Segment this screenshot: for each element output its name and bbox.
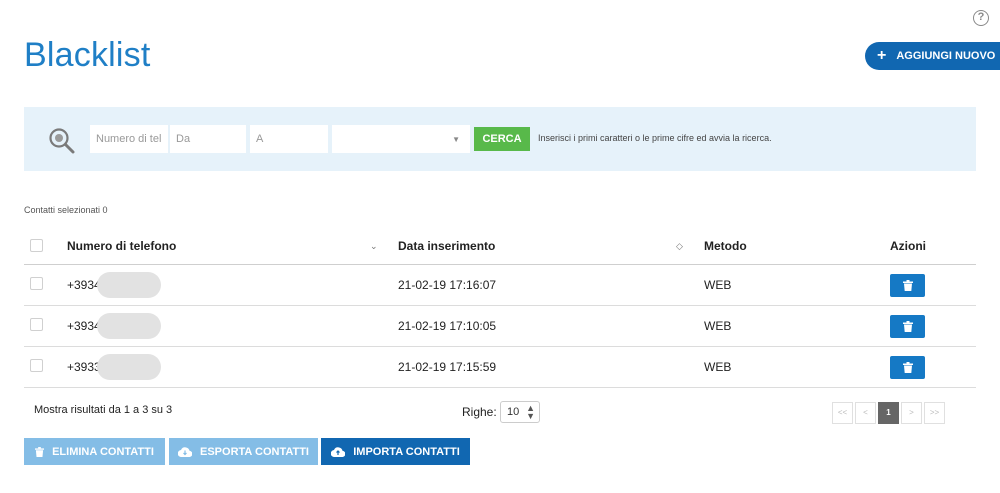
method-cell: WEB — [704, 360, 732, 374]
rows-per-page-value: 10 — [507, 406, 520, 418]
table-row: +3933 21-02-19 17:15:59 WEB — [24, 347, 976, 388]
date-cell: 21-02-19 17:16:07 — [398, 278, 497, 292]
delete-contacts-label: ELIMINA CONTATTI — [52, 445, 154, 458]
import-contacts-button[interactable]: IMPORTA CONTATTI — [321, 438, 470, 465]
plus-icon: + — [877, 47, 887, 64]
phone-cell: +3934 — [67, 265, 161, 305]
chevron-down-icon: ▼ — [452, 135, 460, 144]
row-checkbox[interactable] — [30, 359, 43, 372]
row-checkbox[interactable] — [30, 318, 43, 331]
row-checkbox[interactable] — [30, 277, 43, 290]
table-row: +3934 21-02-19 17:10:05 WEB — [24, 306, 976, 347]
table-header: Numero di telefono ⌄ Data inserimento ◇ … — [24, 228, 976, 265]
pagination: << < 1 > >> — [832, 402, 947, 424]
phone-cell: +3934 — [67, 306, 161, 346]
trash-icon — [902, 321, 913, 332]
search-hint: Inserisci i primi caratteri o le prime c… — [538, 133, 772, 143]
magnifier-icon — [49, 128, 75, 154]
phone-cell: +3933 — [67, 347, 161, 387]
import-contacts-label: IMPORTA CONTATTI — [353, 445, 460, 458]
selected-contacts-count: Contatti selezionati 0 — [24, 205, 108, 215]
next-page-button[interactable]: > — [901, 402, 922, 424]
export-contacts-label: ESPORTA CONTATTI — [200, 445, 309, 458]
column-header-date[interactable]: Data inserimento — [398, 228, 495, 264]
date-cell: 21-02-19 17:15:59 — [398, 360, 497, 374]
select-all-checkbox[interactable] — [30, 239, 43, 252]
redacted-phone-mask — [96, 354, 161, 380]
add-new-label: AGGIUNGI NUOVO — [896, 50, 996, 62]
last-page-button[interactable]: >> — [924, 402, 945, 424]
date-cell: 21-02-19 17:10:05 — [398, 319, 497, 333]
rows-per-page-select[interactable]: 10 ▲ ▼ — [500, 401, 540, 423]
help-icon[interactable]: ? — [973, 10, 989, 26]
trash-icon — [902, 362, 913, 373]
trash-icon — [35, 446, 45, 457]
current-page-button[interactable]: 1 — [878, 402, 899, 424]
export-contacts-button[interactable]: ESPORTA CONTATTI — [169, 438, 318, 465]
search-bar: Numero di tel Da A ▼ CERCA Inserisci i p… — [24, 107, 976, 171]
add-new-button[interactable]: + AGGIUNGI NUOVO — [865, 42, 1000, 70]
phone-prefix: +3934 — [67, 278, 101, 292]
redacted-phone-mask — [96, 272, 161, 298]
delete-row-button[interactable] — [890, 274, 925, 297]
page-title: Blacklist — [24, 36, 151, 74]
table-row: +3934 21-02-19 17:16:07 WEB — [24, 265, 976, 306]
cloud-download-icon — [178, 446, 192, 457]
prev-page-button[interactable]: < — [855, 402, 876, 424]
column-header-phone[interactable]: Numero di telefono — [67, 228, 176, 264]
sort-chevron-down-icon[interactable]: ⌄ — [370, 228, 378, 264]
trash-icon — [902, 280, 913, 291]
sort-both-icon[interactable]: ◇ — [676, 228, 683, 264]
date-from-input[interactable]: Da — [170, 125, 246, 153]
contacts-table: Numero di telefono ⌄ Data inserimento ◇ … — [24, 228, 976, 388]
method-select[interactable]: ▼ — [332, 125, 470, 153]
results-summary: Mostra risultati da 1 a 3 su 3 — [34, 404, 173, 416]
updown-chevron-icon: ▲ ▼ — [526, 403, 535, 421]
rows-per-page-label: Righe: — [462, 405, 497, 419]
column-header-method: Metodo — [704, 239, 747, 253]
delete-contacts-button[interactable]: ELIMINA CONTATTI — [24, 438, 165, 465]
method-cell: WEB — [704, 319, 732, 333]
search-button[interactable]: CERCA — [474, 127, 530, 151]
date-to-input[interactable]: A — [250, 125, 328, 153]
delete-row-button[interactable] — [890, 315, 925, 338]
redacted-phone-mask — [96, 313, 161, 339]
delete-row-button[interactable] — [890, 356, 925, 379]
phone-search-input[interactable]: Numero di tel — [90, 125, 168, 153]
column-header-actions: Azioni — [890, 239, 926, 253]
cloud-upload-icon — [331, 446, 346, 457]
phone-prefix: +3933 — [67, 360, 101, 374]
method-cell: WEB — [704, 278, 732, 292]
first-page-button[interactable]: << — [832, 402, 853, 424]
phone-prefix: +3934 — [67, 319, 101, 333]
